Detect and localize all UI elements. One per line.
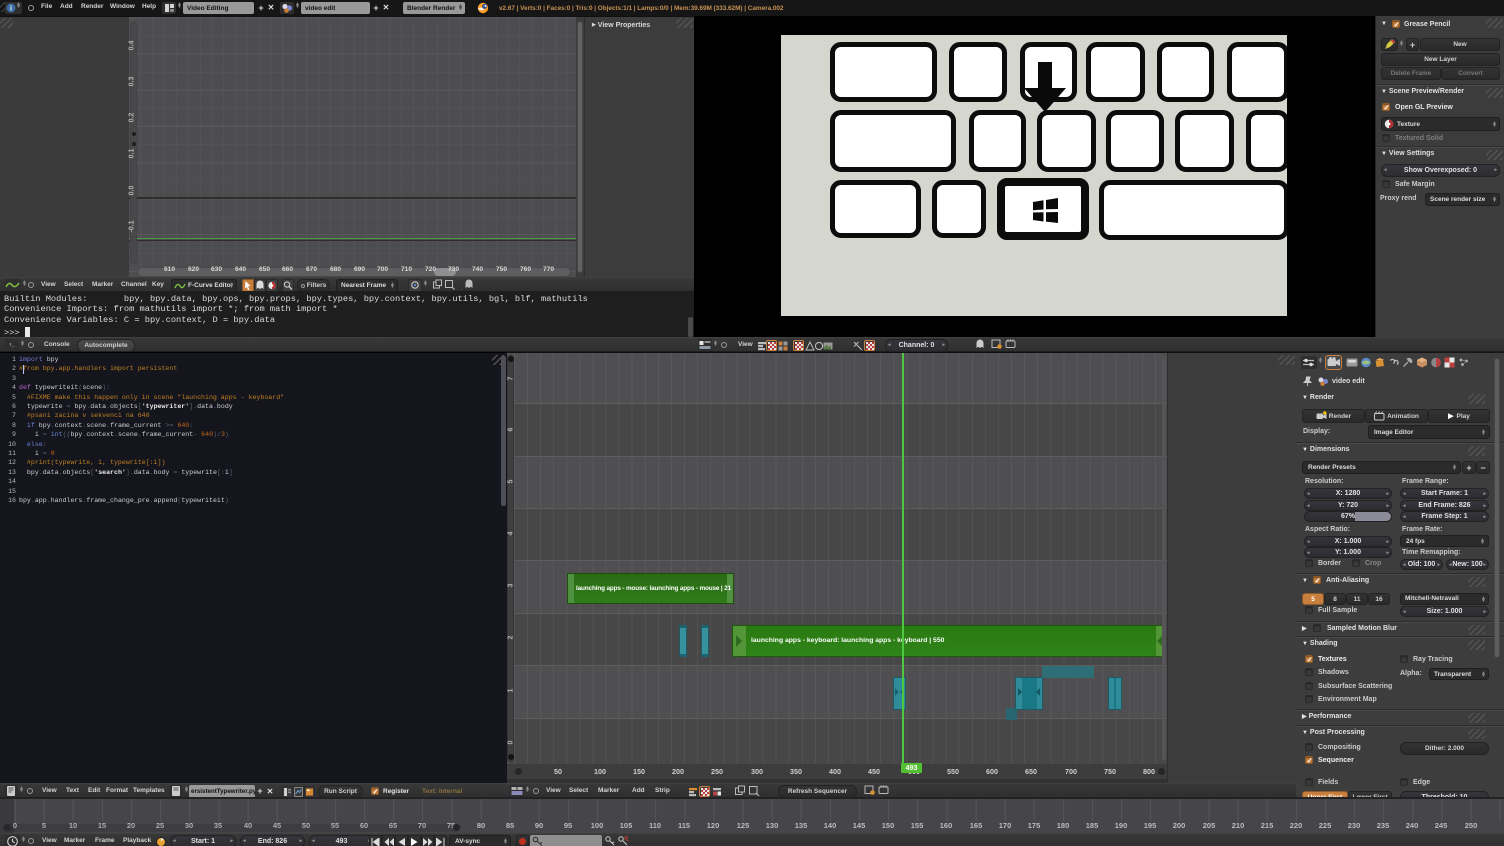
svg-text:i: i bbox=[10, 6, 12, 13]
